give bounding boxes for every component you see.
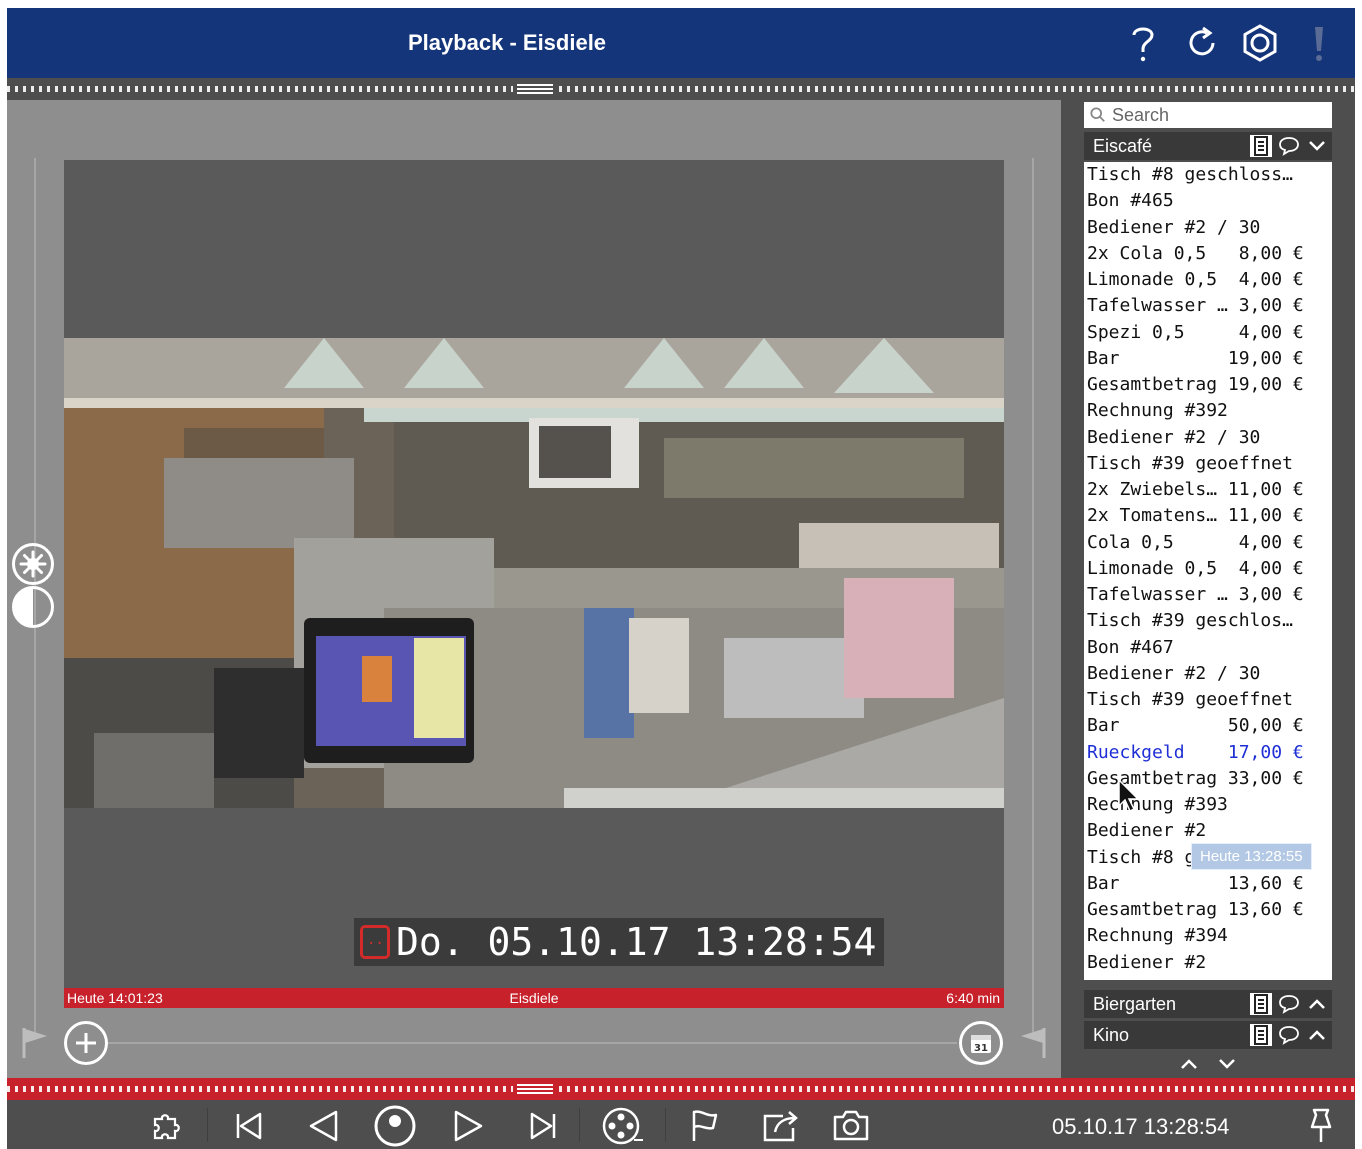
receipt-line[interactable]: Spezi 0,5 4,00 € <box>1087 320 1332 346</box>
playback-toolbar: 05.10.17 13:28:54 <box>7 1100 1355 1149</box>
scroll-down-icon[interactable] <box>1213 1052 1241 1076</box>
settings-icon[interactable] <box>1240 22 1280 64</box>
receipt-line[interactable]: Tafelwasser … 3,00 € <box>1087 582 1332 608</box>
camera-icon[interactable] <box>829 1106 873 1146</box>
receipt-line[interactable]: Tisch #39 geoeffnet <box>1087 451 1332 477</box>
end-flag-icon[interactable] <box>1019 1026 1047 1065</box>
recording-icon <box>360 916 390 964</box>
receipt-icon[interactable] <box>1250 1024 1272 1046</box>
calendar-icon[interactable]: 31 <box>959 1021 1003 1065</box>
section-title: Eiscafé <box>1093 136 1153 156</box>
receipt-line[interactable]: 2x Tomatens… 11,00 € <box>1087 503 1332 529</box>
receipt-icon[interactable] <box>1250 993 1272 1015</box>
recording-duration: 6:40 min <box>946 990 1000 1006</box>
receipt-line[interactable]: Gesamtbetrag 19,00 € <box>1087 372 1332 398</box>
receipt-line-highlighted[interactable]: Rueckgeld 17,00 € <box>1087 740 1332 766</box>
receipt-list[interactable]: Tisch #8 geschloss… Bon #465 Bediener #2… <box>1084 162 1332 980</box>
receipt-line[interactable]: Bon #467 <box>1087 635 1332 661</box>
receipt-line[interactable]: Bar 19,00 € <box>1087 346 1332 372</box>
section-title: Kino <box>1093 1025 1130 1045</box>
search-input[interactable] <box>1112 104 1332 126</box>
search-icon <box>1090 107 1105 122</box>
chevron-up-icon[interactable] <box>1306 1024 1328 1046</box>
step-back-icon[interactable] <box>301 1106 345 1146</box>
receipt-line[interactable]: Bediener #2 / 30 <box>1087 425 1332 451</box>
receipt-line[interactable]: Bar 50,00 € <box>1087 713 1332 739</box>
camera-image <box>64 338 1004 808</box>
receipt-line[interactable]: Tafelwasser … 3,00 € <box>1087 293 1332 319</box>
brightness-icon[interactable] <box>12 543 54 585</box>
top-resize-handle[interactable] <box>7 78 1355 100</box>
window-title: Playback - Eisdiele <box>407 30 607 55</box>
time-tooltip: Heute 13:28:55 <box>1191 843 1312 870</box>
receipt-line[interactable]: 2x Cola 0,5 8,00 € <box>1087 241 1332 267</box>
receipt-icon[interactable] <box>1250 135 1272 157</box>
receipt-line[interactable]: Limonade 0,5 4,00 € <box>1087 556 1332 582</box>
alert-icon[interactable] <box>1299 22 1339 64</box>
film-reel-icon[interactable] <box>601 1106 645 1146</box>
comment-icon[interactable] <box>1278 135 1300 157</box>
title-bar: Playback - Eisdiele <box>7 8 1355 78</box>
flag-icon[interactable] <box>683 1106 727 1146</box>
section-title: Biergarten <box>1093 994 1177 1014</box>
receipt-line[interactable]: Bar 13,60 € <box>1087 871 1332 897</box>
camera-name: Eisdiele <box>509 990 559 1006</box>
receipt-line[interactable]: Bediener #2 <box>1087 818 1332 844</box>
stage-rail-right <box>1032 158 1034 1038</box>
svg-text:31: 31 <box>974 1043 988 1054</box>
section-header-biergarten[interactable]: Biergarten <box>1084 990 1332 1018</box>
receipt-line[interactable]: Bediener #2 <box>1087 950 1332 976</box>
search-box[interactable] <box>1084 102 1332 128</box>
skip-back-icon[interactable] <box>226 1106 270 1146</box>
receipt-line[interactable]: Tisch #8 geschloss… <box>1087 162 1332 188</box>
play-icon[interactable] <box>447 1106 491 1146</box>
add-bookmark-button[interactable] <box>64 1021 108 1065</box>
receipt-line[interactable]: Tisch #39 geschlos… <box>1087 608 1332 634</box>
receipt-line[interactable]: Rechnung #394 <box>1087 923 1332 949</box>
video-info-bar: Heute 14:01:23 Eisdiele 6:40 min <box>64 988 1004 1008</box>
video-timestamp: Do. 05.10.17 13:28:54 <box>354 916 885 966</box>
section-header-kino[interactable]: Kino <box>1084 1021 1332 1049</box>
video-frame[interactable]: Do. 05.10.17 13:28:54 <box>64 160 1004 988</box>
receipt-line[interactable]: Gesamtbetrag 13,60 € <box>1087 897 1332 923</box>
skip-forward-icon[interactable] <box>522 1106 566 1146</box>
scroll-up-icon[interactable] <box>1175 1052 1203 1076</box>
puzzle-icon[interactable] <box>145 1106 189 1146</box>
playback-window: Playback - Eisdiele .. Do. 05.10.17 13:2… <box>7 8 1355 1149</box>
chevron-down-icon[interactable] <box>1306 135 1328 157</box>
record-icon[interactable] <box>373 1105 417 1147</box>
comment-icon[interactable] <box>1278 993 1300 1015</box>
export-icon[interactable] <box>759 1106 803 1146</box>
receipt-line[interactable]: 2x Zwiebels… 11,00 € <box>1087 477 1332 503</box>
receipt-line[interactable]: Cola 0,5 4,00 € <box>1087 530 1332 556</box>
comment-icon[interactable] <box>1278 1024 1300 1046</box>
receipt-line[interactable]: Limonade 0,5 4,00 € <box>1087 267 1332 293</box>
mouse-cursor-icon <box>1117 778 1143 819</box>
help-icon[interactable] <box>1123 22 1163 64</box>
pin-icon[interactable] <box>1299 1106 1343 1146</box>
receipt-line[interactable]: Bediener #2 / 30 <box>1087 215 1332 241</box>
receipt-line[interactable]: Rechnung #392 <box>1087 398 1332 424</box>
bottom-resize-handle[interactable] <box>7 1078 1355 1100</box>
current-playback-time: 05.10.17 13:28:54 <box>1052 1114 1230 1139</box>
timeline-track[interactable] <box>107 1042 957 1044</box>
side-panel: Eiscafé Tisch #8 geschloss… Bon #465 Bed… <box>1061 100 1355 1078</box>
refresh-icon[interactable] <box>1182 22 1222 64</box>
contrast-icon[interactable] <box>12 586 54 628</box>
receipt-line[interactable]: Tisch #39 geoeffnet <box>1087 687 1332 713</box>
start-flag-icon[interactable] <box>21 1026 49 1065</box>
timestamp-text: Do. 05.10.17 13:28:54 <box>396 920 877 964</box>
receipt-line[interactable]: Bediener #2 / 30 <box>1087 661 1332 687</box>
section-scroll-controls <box>1084 1052 1332 1076</box>
receipt-line[interactable]: Bon #465 <box>1087 188 1332 214</box>
chevron-up-icon[interactable] <box>1306 993 1328 1015</box>
section-header-eiscafe[interactable]: Eiscafé <box>1084 132 1332 160</box>
